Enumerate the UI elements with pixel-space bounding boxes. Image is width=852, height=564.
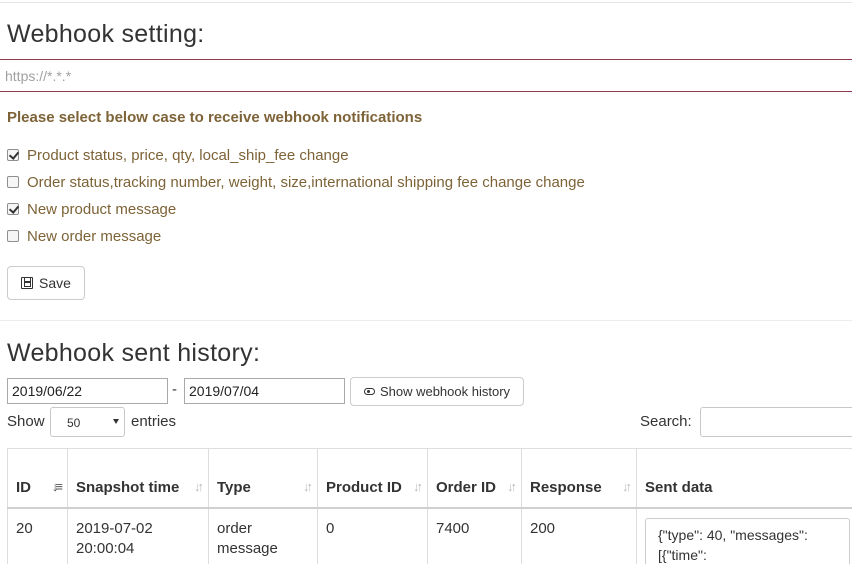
- sent-data-textarea[interactable]: {"type": 40, "messages": [{"time":: [645, 517, 850, 564]
- table-row: 20 2019-07-02 20:00:04 order message 0 7…: [7, 507, 852, 564]
- show-webhook-history-button[interactable]: Show webhook history: [350, 377, 524, 406]
- cell-snapshot-time: 2019-07-02 20:00:04: [67, 507, 209, 564]
- save-button[interactable]: Save: [7, 266, 85, 300]
- webhook-url-input[interactable]: [5, 65, 845, 87]
- webhook-history-title: Webhook sent history:: [7, 339, 261, 367]
- webhook-url-field: [0, 59, 852, 92]
- checkbox-order-change[interactable]: [7, 176, 19, 188]
- instruction-text: Please select below case to receive webh…: [7, 109, 423, 126]
- date-from-input[interactable]: [7, 378, 168, 404]
- cell-sent-data: {"type": 40, "messages": [{"time":: [636, 507, 852, 564]
- checkbox-product-change[interactable]: [7, 149, 19, 161]
- option-new-product[interactable]: New product message: [7, 200, 176, 218]
- checkbox-new-product[interactable]: [7, 203, 19, 215]
- column-header-type[interactable]: Type ↓↑: [208, 448, 318, 509]
- cell-product-id: 0: [317, 507, 428, 564]
- page-length-value: 50: [67, 416, 81, 430]
- date-separator: -: [172, 381, 177, 398]
- dropdown-arrow-icon: [113, 419, 119, 424]
- option-label: New product message: [27, 200, 177, 218]
- option-order-change[interactable]: Order status,tracking number, weight, si…: [7, 173, 585, 191]
- section-divider: [0, 320, 852, 321]
- sort-icon: ↓↑: [413, 478, 423, 494]
- search-input[interactable]: [700, 407, 852, 437]
- date-to-input[interactable]: [184, 378, 345, 404]
- cell-type: order message: [208, 507, 318, 564]
- checkbox-new-order[interactable]: [7, 230, 19, 242]
- sort-desc-icon: ↓≡: [51, 478, 63, 494]
- floppy-disk-icon: [21, 277, 34, 289]
- column-header-id[interactable]: ID ↓≡: [7, 448, 68, 509]
- cell-response: 200: [521, 507, 637, 564]
- entries-label: entries: [131, 413, 177, 430]
- eye-icon: [363, 388, 375, 395]
- cell-id: 20: [7, 507, 68, 564]
- option-product-change[interactable]: Product status, price, qty, local_ship_f…: [7, 146, 349, 164]
- top-divider: [0, 2, 852, 3]
- table-header-row: ID ↓≡ Snapshot time ↓↑ Type ↓↑ Product ID ↓↑…: [7, 448, 852, 509]
- sort-icon: ↓↑: [194, 478, 204, 494]
- column-header-order-id[interactable]: Order ID ↓↑: [427, 448, 522, 509]
- cell-order-id: 7400: [427, 507, 522, 564]
- show-history-label: Show webhook history: [379, 384, 511, 399]
- show-label: Show: [7, 413, 45, 430]
- column-header-product-id[interactable]: Product ID ↓↑: [317, 448, 428, 509]
- webhook-history-table: ID ↓≡ Snapshot time ↓↑ Type ↓↑ Product ID ↓↑…: [7, 448, 852, 564]
- sort-icon: ↓↑: [622, 478, 632, 494]
- option-label: Order status,tracking number, weight, si…: [27, 173, 585, 191]
- option-new-order[interactable]: New order message: [7, 227, 161, 245]
- webhook-setting-title: Webhook setting:: [7, 20, 205, 48]
- save-button-label: Save: [39, 275, 71, 291]
- column-header-sent-data: Sent data: [636, 448, 852, 509]
- column-header-response[interactable]: Response ↓↑: [521, 448, 637, 509]
- option-label: New order message: [27, 227, 162, 245]
- column-header-snapshot-time[interactable]: Snapshot time ↓↑: [67, 448, 209, 509]
- search-label: Search:: [640, 413, 692, 430]
- sort-icon: ↓↑: [303, 478, 313, 494]
- sort-icon: ↓↑: [507, 478, 517, 494]
- page-length-select[interactable]: 50: [50, 407, 125, 437]
- option-label: Product status, price, qty, local_ship_f…: [27, 146, 349, 164]
